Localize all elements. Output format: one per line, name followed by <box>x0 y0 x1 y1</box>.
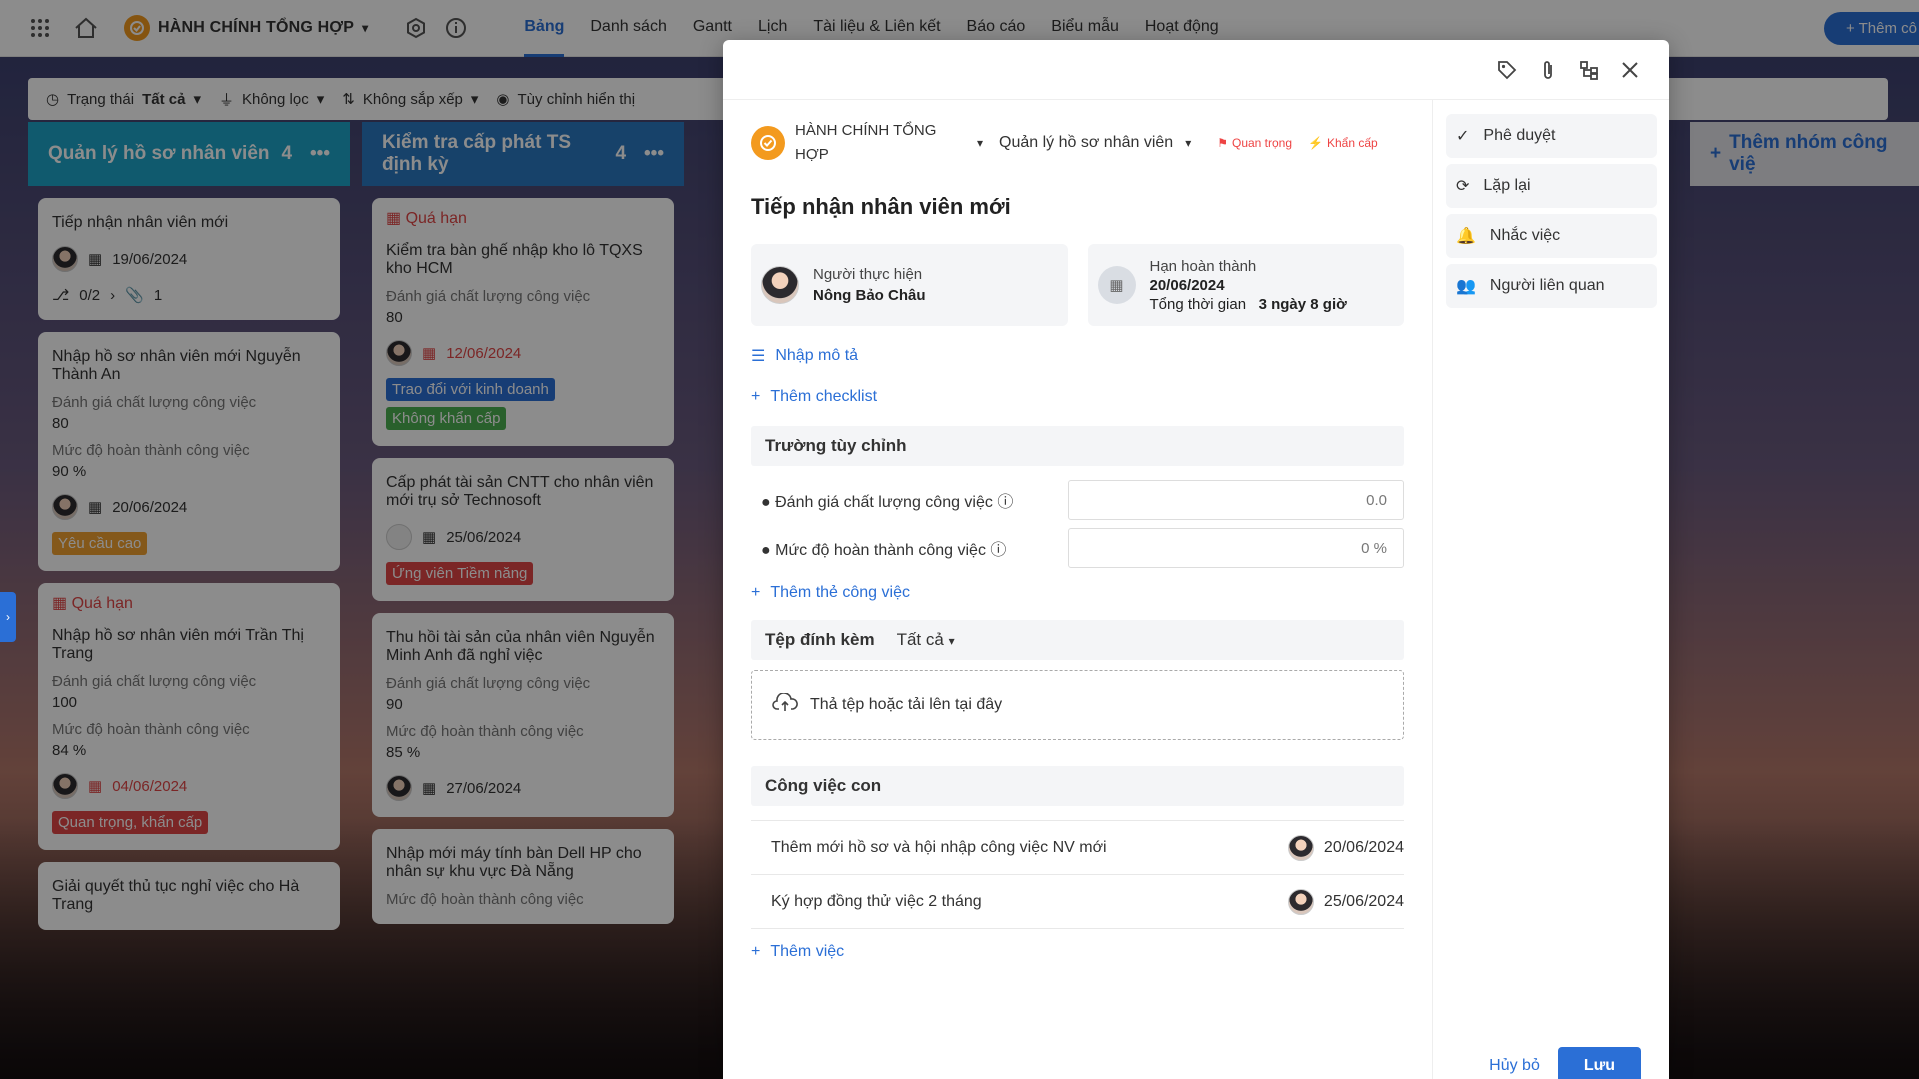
deadline-value: 20/06/2024 <box>1149 276 1225 294</box>
approve-label: Phê duyệt <box>1483 127 1556 144</box>
avatar <box>1287 888 1314 915</box>
attachments-filter[interactable]: Tất cả ▾ <box>897 630 955 650</box>
sidebar-expand-handle[interactable]: › <box>0 592 16 642</box>
repeat-label: Lặp lại <box>1483 177 1531 194</box>
important-badge[interactable]: ⚑ Quan trọng <box>1217 136 1292 150</box>
subtask-row[interactable]: Ký hợp đồng thử việc 2 tháng 25/06/2024 <box>751 875 1404 929</box>
subtask-tree-icon[interactable] <box>1579 60 1599 80</box>
group-selector[interactable]: Quản lý hồ sơ nhân viên <box>999 134 1173 152</box>
subtask-date: 25/06/2024 <box>1323 892 1404 910</box>
lightning-icon: ⚡ <box>1308 136 1323 150</box>
cf-label: ● Đánh giá chất lượng công việc ⓘ <box>761 494 1014 511</box>
subtasks-header: Công việc con <box>751 766 1404 806</box>
avatar <box>1287 834 1314 861</box>
modal-toolbar <box>723 40 1669 100</box>
cancel-button[interactable]: Hủy bỏ <box>1489 1057 1540 1075</box>
add-tag-link[interactable]: + Thêm thẻ công việc <box>751 584 1404 602</box>
custom-field-quality: ● Đánh giá chất lượng công việc ⓘ 0.0 <box>751 476 1404 524</box>
attachments-title: Tệp đính kèm <box>765 630 875 649</box>
deadline-card[interactable]: ▦ Hạn hoàn thành 20/06/2024 Tổng thời gi… <box>1087 244 1404 326</box>
add-tag-label: Thêm thẻ công việc <box>770 584 910 601</box>
reminder-button[interactable]: 🔔 Nhắc việc <box>1446 214 1657 258</box>
description-icon: ☰ <box>751 348 766 365</box>
assignee-name: Nông Bảo Châu <box>813 287 926 304</box>
important-label: Quan trọng <box>1231 136 1293 150</box>
bell-icon: 🔔 <box>1456 228 1476 245</box>
subtask-date: 20/06/2024 <box>1323 838 1404 856</box>
subtask-title: Ký hợp đồng thử việc 2 tháng <box>771 892 982 910</box>
urgent-label: Khẩn cấp <box>1326 136 1378 150</box>
related-people-label: Người liên quan <box>1489 277 1605 294</box>
info-cards: Người thực hiện Nông Bảo Châu ▦ Hạn hoàn… <box>751 244 1404 326</box>
plus-icon: + <box>751 584 761 601</box>
project-row: HÀNH CHÍNH TỔNG HỢP ▾ Quản lý hồ sơ nhân… <box>751 118 1404 168</box>
add-subtask-label: Thêm việc <box>770 943 845 960</box>
assignee-card[interactable]: Người thực hiện Nông Bảo Châu <box>751 244 1068 326</box>
attachments-header: Tệp đính kèm Tất cả ▾ <box>751 620 1404 660</box>
repeat-icon: ⟳ <box>1456 178 1470 195</box>
save-button[interactable]: Lưu <box>1557 1047 1641 1079</box>
close-icon[interactable] <box>1621 61 1639 79</box>
chevron-down-icon: ▾ <box>948 634 955 648</box>
related-people-button[interactable]: 👥 Người liên quan <box>1446 264 1657 308</box>
project-logo-icon <box>751 126 785 160</box>
custom-field-completion: ● Mức độ hoàn thành công việc ⓘ 0 % <box>751 524 1404 572</box>
upload-cloud-icon <box>772 691 798 718</box>
modal-project-name[interactable]: HÀNH CHÍNH TỔNG HỢP <box>795 119 945 167</box>
completion-input[interactable]: 0 % <box>1068 528 1404 568</box>
quality-input[interactable]: 0.0 <box>1068 480 1404 520</box>
repeat-button[interactable]: ⟳ Lặp lại <box>1446 164 1657 208</box>
duration-value: 3 ngày 8 giờ <box>1258 295 1347 313</box>
duration-label: Tổng thời gian <box>1149 295 1247 313</box>
subtask-list: Thêm mới hồ sơ và hội nhập công việc NV … <box>751 820 1404 929</box>
approve-user-icon: ✓ <box>1456 128 1470 145</box>
task-detail-modal: HÀNH CHÍNH TỔNG HỢP ▾ Quản lý hồ sơ nhân… <box>723 40 1669 1079</box>
add-description-link[interactable]: ☰ Nhập mô tả <box>751 346 1404 366</box>
tag-icon[interactable] <box>1497 60 1517 80</box>
approve-button[interactable]: ✓ Phê duyệt <box>1446 114 1657 158</box>
modal-footer: Hủy bỏ Lưu <box>1489 1047 1641 1079</box>
urgent-badge[interactable]: ⚡ Khẩn cấp <box>1308 136 1378 150</box>
paperclip-icon[interactable] <box>1539 59 1557 81</box>
plus-icon: + <box>751 943 761 960</box>
users-icon: 👥 <box>1456 278 1476 295</box>
avatar <box>761 266 799 304</box>
dropzone-label: Thả tệp hoặc tải lên tại đây <box>810 696 1003 713</box>
add-description-label: Nhập mô tả <box>775 347 859 364</box>
flag-icon: ⚑ <box>1217 136 1228 150</box>
cf-label: ● Mức độ hoàn thành công việc ⓘ <box>761 542 1007 559</box>
info-icon[interactable]: ⓘ <box>990 542 1006 559</box>
chevron-down-icon[interactable]: ▾ <box>1185 136 1191 150</box>
task-title[interactable]: Tiếp nhận nhân viên mới <box>751 194 1404 220</box>
file-dropzone[interactable]: Thả tệp hoặc tải lên tại đây <box>751 670 1404 740</box>
subtask-row[interactable]: Thêm mới hồ sơ và hội nhập công việc NV … <box>751 821 1404 875</box>
subtask-title: Thêm mới hồ sơ và hội nhập công việc NV … <box>771 838 1107 856</box>
reminder-label: Nhắc việc <box>1489 227 1561 244</box>
plus-icon: + <box>751 388 761 405</box>
chevron-down-icon[interactable]: ▾ <box>977 136 983 150</box>
calendar-icon: ▦ <box>1097 266 1136 304</box>
info-icon[interactable]: ⓘ <box>997 494 1013 511</box>
deadline-label: Hạn hoàn thành <box>1149 257 1257 275</box>
assignee-label: Người thực hiện <box>813 266 923 283</box>
modal-sidebar: ✓ Phê duyệt ⟳ Lặp lại 🔔 Nhắc việc 👥 Người li… <box>1434 100 1669 1079</box>
add-checklist-label: Thêm checklist <box>770 388 878 405</box>
custom-fields-header: Trường tùy chỉnh <box>751 426 1404 466</box>
add-checklist-link[interactable]: + Thêm checklist <box>751 388 1404 406</box>
add-subtask-link[interactable]: + Thêm việc <box>751 943 1404 961</box>
modal-main: HÀNH CHÍNH TỔNG HỢP ▾ Quản lý hồ sơ nhân… <box>723 100 1433 1079</box>
